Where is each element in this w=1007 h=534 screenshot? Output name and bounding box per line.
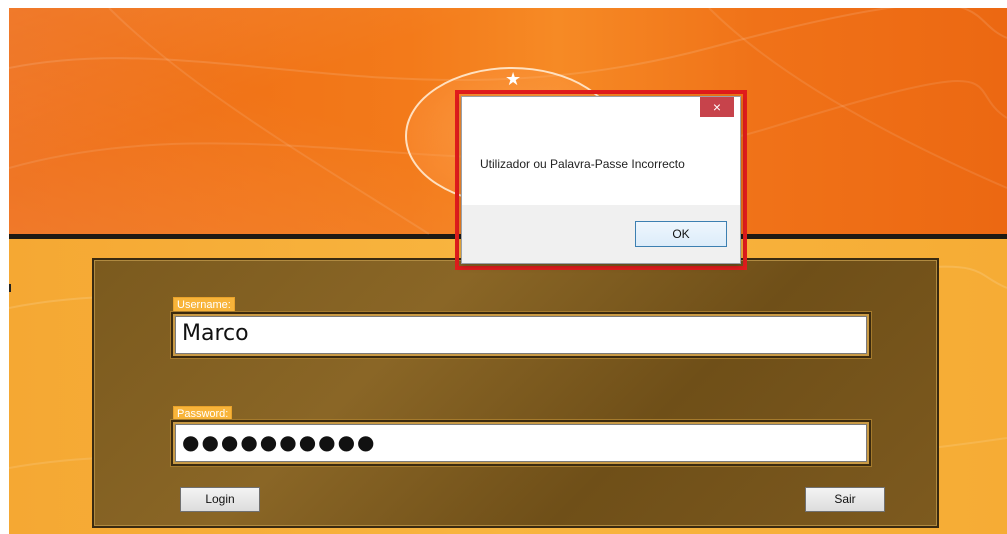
error-dialog: × Utilizador ou Palavra-Passe Incorrecto… — [461, 96, 741, 264]
ok-button[interactable]: OK — [635, 221, 727, 247]
password-field-frame: ●●●●●●●●●● — [171, 420, 871, 466]
login-panel: Username: Marco Password: ●●●●●●●●●● Log… — [92, 258, 939, 528]
username-input[interactable]: Marco — [175, 316, 867, 354]
star-icon: ★ — [505, 69, 522, 89]
password-input[interactable]: ●●●●●●●●●● — [175, 424, 867, 462]
close-icon[interactable]: × — [700, 97, 734, 117]
login-button[interactable]: Login — [180, 487, 260, 512]
dialog-message: Utilizador ou Palavra-Passe Incorrecto — [480, 157, 685, 171]
window-edge-marker-lower — [9, 284, 11, 292]
dialog-titlebar: × — [462, 97, 740, 121]
login-window: ★ Username: Marco Password: ●●●●●●●●●● L… — [9, 8, 1007, 534]
dialog-footer: OK — [462, 205, 740, 263]
username-label: Username: — [173, 297, 235, 313]
exit-button[interactable]: Sair — [805, 487, 885, 512]
dialog-body: Utilizador ou Palavra-Passe Incorrecto — [462, 121, 740, 205]
username-field-frame: Marco — [171, 312, 871, 358]
